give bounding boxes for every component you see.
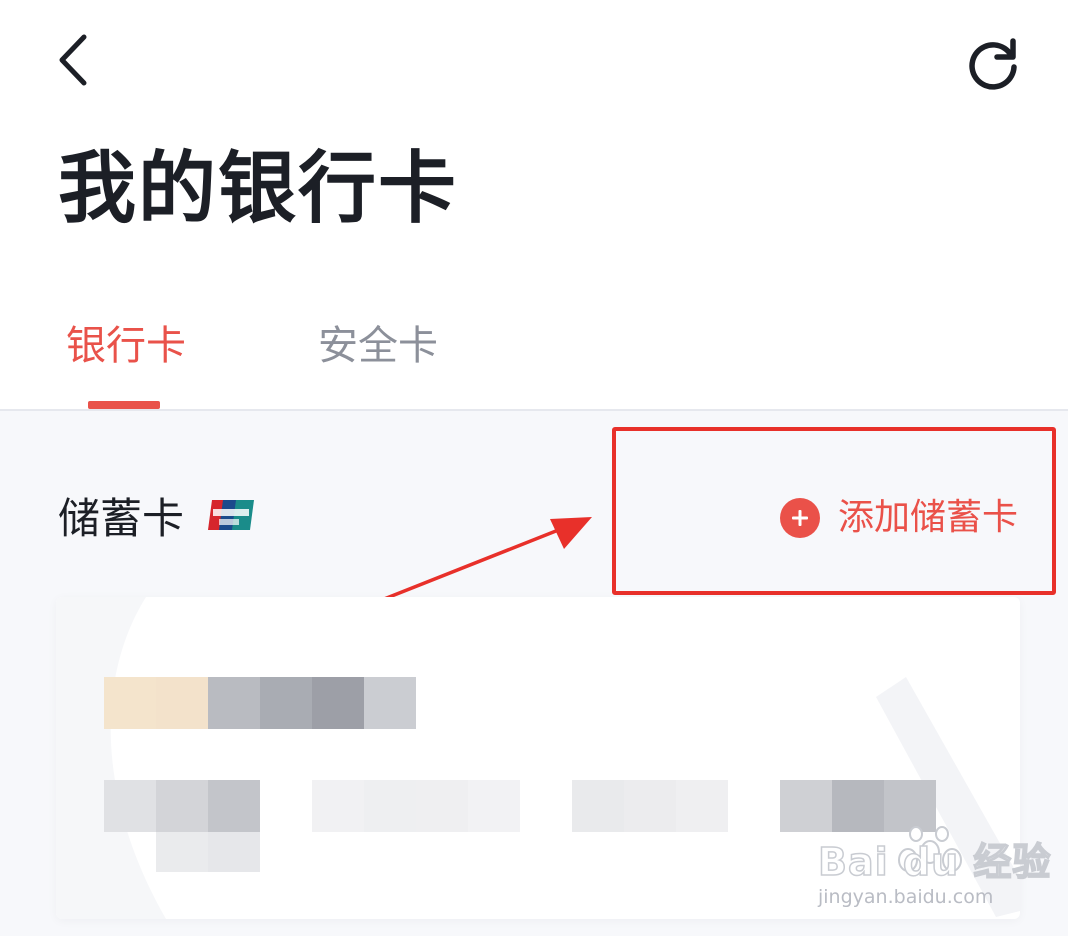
- tab-security-card[interactable]: 安全卡: [318, 326, 438, 366]
- header-area: 我的银行卡 银行卡 安全卡: [0, 0, 1068, 411]
- page-title: 我的银行卡: [58, 144, 459, 234]
- chevron-left-icon: [59, 34, 87, 86]
- debit-section-title: 储蓄卡: [58, 494, 185, 543]
- watermark-url: jingyan.baidu.com: [818, 886, 994, 908]
- annotation-highlight-box: [612, 427, 1056, 595]
- watermark-brand: Bai du 经验: [817, 840, 1052, 884]
- refresh-icon: [969, 38, 1017, 90]
- unionpay-icon: [208, 500, 254, 530]
- back-button[interactable]: [44, 30, 104, 90]
- refresh-button[interactable]: [960, 30, 1026, 96]
- active-tab-indicator: [88, 401, 160, 409]
- tab-bank-card[interactable]: 银行卡: [66, 326, 186, 366]
